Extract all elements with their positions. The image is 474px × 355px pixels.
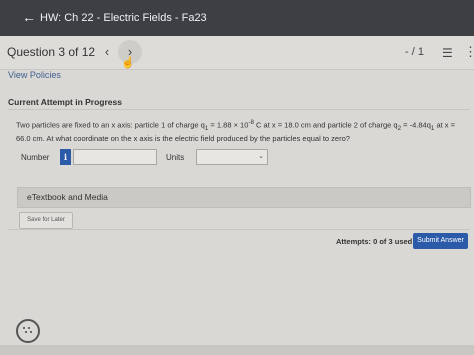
etextbook-media-panel[interactable]: eTextbook and Media	[17, 187, 471, 208]
question-label[interactable]: Question 3 of 12	[7, 45, 95, 59]
divider	[8, 109, 470, 110]
chat-bubble-icon[interactable]	[16, 319, 40, 343]
assignment-title: HW: Ch 22 - Electric Fields - Fa23	[40, 12, 207, 24]
question-nav-bar: Question 3 of 12 ‹ › ☝ - / 1 ☰ ⋮	[0, 36, 474, 70]
divider	[8, 229, 470, 230]
vertical-dots-icon[interactable]: ⋮	[464, 44, 474, 60]
attempts-counter: Attempts: 0 of 3 used	[336, 237, 413, 246]
chevron-down-icon: ⌄	[258, 153, 264, 160]
pointer-cursor-icon: ☝	[121, 57, 135, 69]
attempt-heading: Current Attempt in Progress	[8, 97, 122, 107]
bottom-bar	[0, 345, 474, 355]
chevron-left-icon[interactable]: ‹	[98, 42, 116, 62]
units-label: Units	[166, 153, 185, 162]
view-policies-link[interactable]: View Policies	[8, 70, 61, 80]
question-text: Two particles are fixed to an x axis: pa…	[16, 119, 456, 143]
etextbook-label: eTextbook and Media	[27, 192, 108, 202]
submit-answer-button[interactable]: Submit Answer	[413, 233, 468, 249]
arrow-left-icon[interactable]: ←	[22, 10, 36, 24]
answer-row: Number i Units ⌄	[0, 148, 474, 168]
number-label: Number	[21, 153, 50, 162]
number-input[interactable]	[73, 149, 157, 165]
save-for-later-button[interactable]: Save for Later	[19, 212, 73, 229]
info-icon[interactable]: i	[60, 149, 71, 165]
units-select[interactable]: ⌄	[196, 149, 268, 165]
score-display: - / 1	[405, 46, 424, 58]
top-bar: ← HW: Ch 22 - Electric Fields - Fa23	[0, 0, 474, 36]
list-icon[interactable]: ☰	[442, 46, 453, 60]
